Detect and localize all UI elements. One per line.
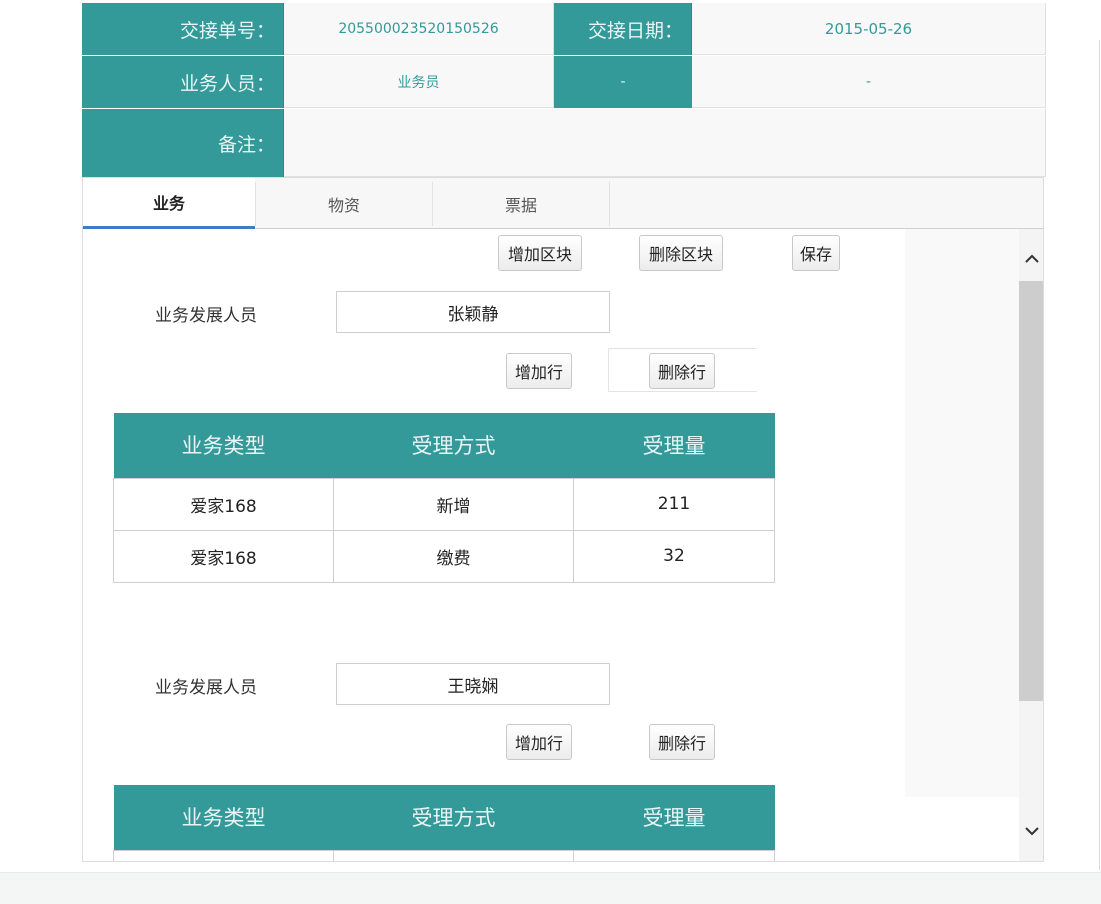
col-business-type: 业务类型 xyxy=(113,785,334,850)
side-area xyxy=(905,229,1019,797)
tab-materials[interactable]: 物资 xyxy=(256,178,432,229)
table-row[interactable]: 爱家168 缴费 32 xyxy=(113,529,775,583)
cell-accept-method[interactable] xyxy=(333,849,574,861)
cell-accept-method[interactable]: 新增 xyxy=(333,477,574,531)
add-row-button[interactable]: 增加行 xyxy=(506,353,572,389)
developer-input[interactable] xyxy=(336,291,610,333)
business-table: 业务类型 受理方式 受理量 xyxy=(113,785,775,861)
cell-business-type[interactable] xyxy=(113,849,334,861)
col-business-type: 业务类型 xyxy=(113,413,334,478)
table-header-row: 业务类型 受理方式 受理量 xyxy=(113,413,775,478)
info-row-2: 业务人员： 业务员 - - xyxy=(82,56,1046,108)
delete-block-button[interactable]: 删除区块 xyxy=(639,235,723,271)
staff-label: 业务人员： xyxy=(82,56,284,108)
info-row-1: 交接单号： 205500023520150526 交接日期： 2015-05-2… xyxy=(82,3,1046,55)
col-accept-count: 受理量 xyxy=(573,785,775,850)
tab-bar: 业务 物资 票据 xyxy=(82,177,1044,229)
extra-value: - xyxy=(692,56,1046,108)
vertical-scrollbar[interactable] xyxy=(1019,229,1043,861)
col-accept-count: 受理量 xyxy=(573,413,775,478)
tab-divider xyxy=(609,182,610,226)
handover-no-label: 交接单号： xyxy=(82,3,284,55)
developer-input[interactable] xyxy=(336,663,610,705)
business-table: 业务类型 受理方式 受理量 爱家168 新增 211 爱家168 缴费 32 xyxy=(113,413,775,583)
col-accept-method: 受理方式 xyxy=(333,413,574,478)
handover-date-value: 2015-05-26 xyxy=(692,3,1046,55)
cell-business-type[interactable]: 爱家168 xyxy=(113,477,334,531)
extra-label: - xyxy=(554,56,692,108)
staff-value: 业务员 xyxy=(284,56,554,108)
scrollbar-thumb[interactable] xyxy=(1019,281,1043,701)
tab-business[interactable]: 业务 xyxy=(83,178,255,229)
handover-date-label: 交接日期： xyxy=(554,3,692,55)
handover-no-value: 205500023520150526 xyxy=(284,3,554,55)
developer-label: 业务发展人员 xyxy=(155,678,257,698)
info-row-3: 备注： xyxy=(82,109,1046,177)
add-block-button[interactable]: 增加区块 xyxy=(498,235,582,271)
cell-accept-count[interactable] xyxy=(573,849,775,861)
cell-accept-method[interactable]: 缴费 xyxy=(333,529,574,583)
cell-accept-count[interactable]: 32 xyxy=(573,529,775,583)
chevron-up-icon[interactable] xyxy=(1019,241,1043,277)
page-root: 交接单号： 205500023520150526 交接日期： 2015-05-2… xyxy=(0,0,1101,904)
developer-label: 业务发展人员 xyxy=(155,306,257,326)
cell-accept-count[interactable]: 211 xyxy=(573,477,775,531)
chevron-down-icon[interactable] xyxy=(1019,813,1043,849)
remark-value[interactable] xyxy=(284,109,1046,177)
table-row[interactable] xyxy=(113,849,775,861)
add-row-button[interactable]: 增加行 xyxy=(506,724,572,760)
save-button[interactable]: 保存 xyxy=(792,235,840,271)
bottom-strip xyxy=(0,872,1101,904)
table-header-row: 业务类型 受理方式 受理量 xyxy=(113,785,775,850)
tab-receipts[interactable]: 票据 xyxy=(433,178,609,229)
business-panel: 增加区块 删除区块 保存 业务发展人员 增加行 删除行 业务类型 受理方式 受理… xyxy=(82,229,1044,862)
remark-label: 备注： xyxy=(82,109,284,177)
col-accept-method: 受理方式 xyxy=(333,785,574,850)
table-row[interactable]: 爱家168 新增 211 xyxy=(113,477,775,531)
cell-business-type[interactable]: 爱家168 xyxy=(113,529,334,583)
delete-row-button[interactable]: 删除行 xyxy=(649,353,715,389)
delete-row-button[interactable]: 删除行 xyxy=(649,724,715,760)
right-divider xyxy=(1099,40,1100,870)
